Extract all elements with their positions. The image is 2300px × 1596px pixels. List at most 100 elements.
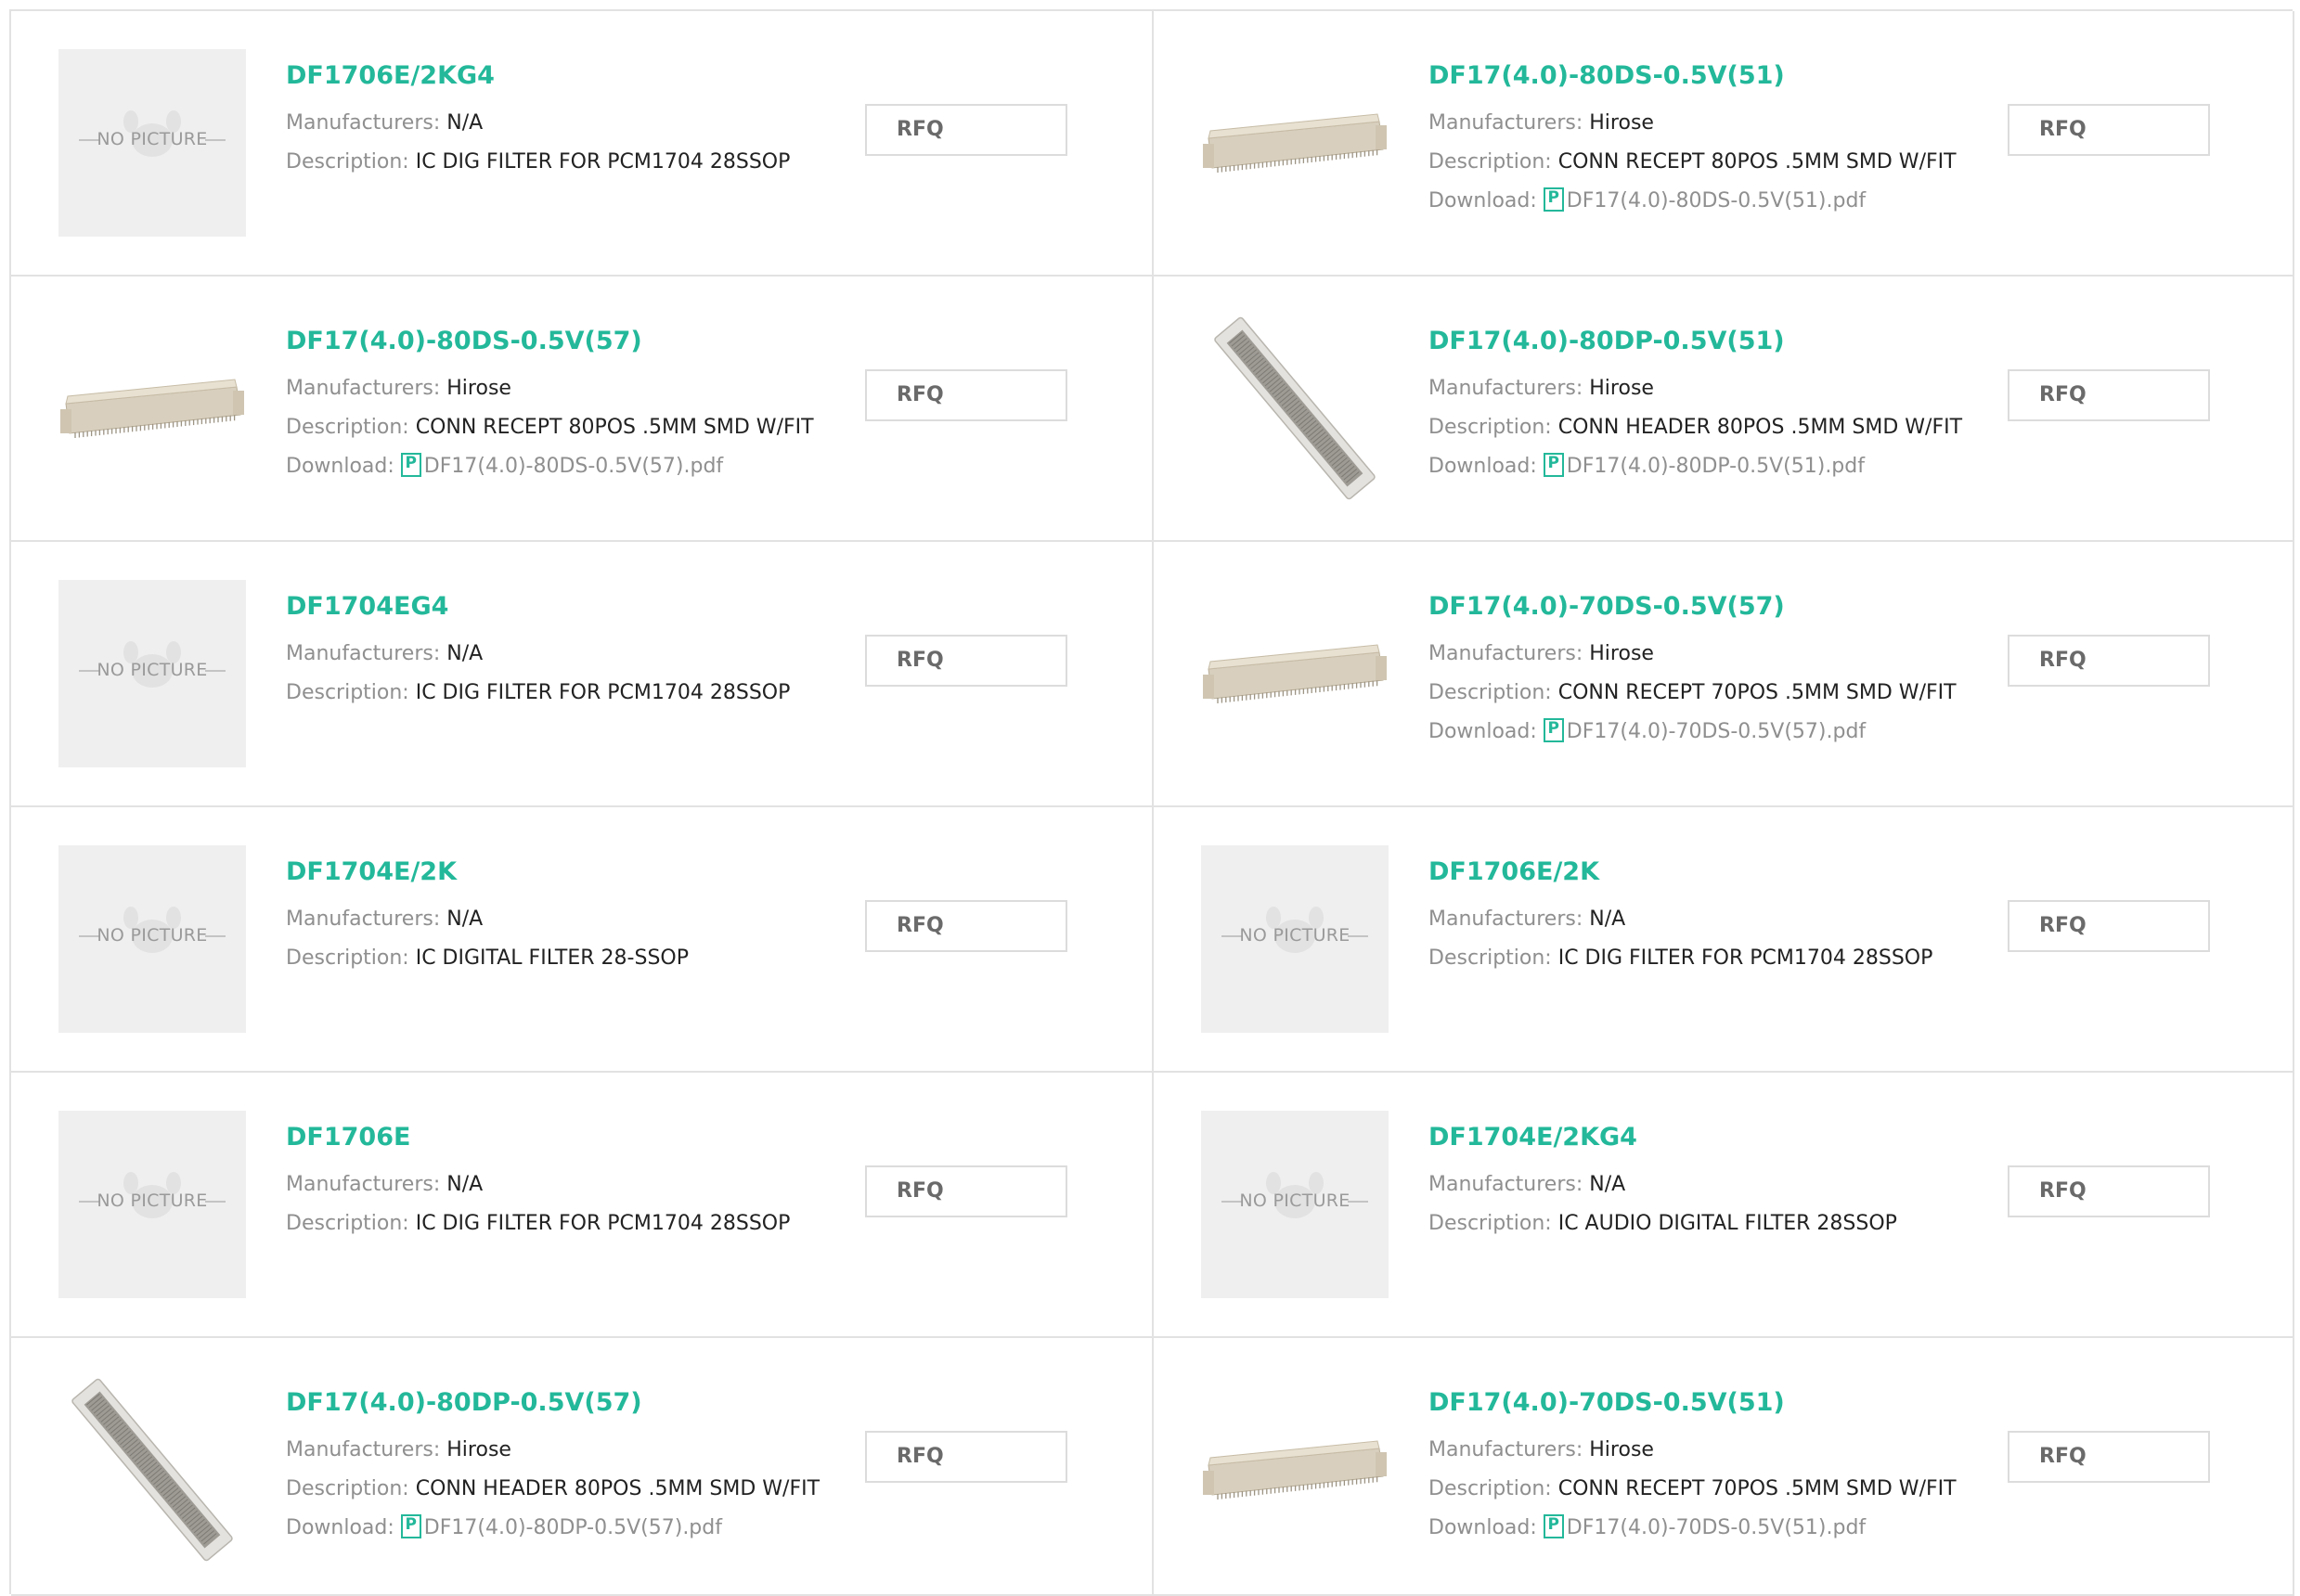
- no-picture-placeholder[interactable]: NO PICTURE: [58, 845, 246, 1033]
- manufacturer-label: Manufacturers:: [286, 1173, 441, 1196]
- no-picture-placeholder[interactable]: NO PICTURE: [58, 49, 246, 237]
- description-label: Description:: [1428, 416, 1552, 439]
- download: Download: P DF17(4.0)-80DS-0.5V(57).pdf: [286, 447, 806, 486]
- rfq-button[interactable]: RFQ: [2008, 1165, 2210, 1217]
- product-image[interactable]: [1201, 49, 1389, 237]
- description-value: CONN RECEPT 80POS .5MM SMD W/FIT: [1557, 150, 1957, 174]
- datasheet-link[interactable]: DF17(4.0)-80DS-0.5V(51).pdf: [1567, 189, 1866, 212]
- no-picture-placeholder[interactable]: NO PICTURE: [58, 580, 246, 767]
- download: Download: P DF17(4.0)-80DP-0.5V(51).pdf: [1428, 447, 1948, 486]
- description-value: IC DIG FILTER FOR PCM1704 28SSOP: [415, 1212, 791, 1235]
- part-number-link[interactable]: DF1706E: [286, 1121, 806, 1154]
- rfq-button[interactable]: RFQ: [2008, 900, 2210, 952]
- rfq-button[interactable]: RFQ: [865, 635, 1067, 687]
- rfq-button[interactable]: RFQ: [865, 369, 1067, 421]
- manufacturer-label: Manufacturers:: [286, 907, 441, 931]
- manufacturer-label: Manufacturers:: [286, 377, 441, 400]
- manufacturer: Manufacturers: Hirose: [1428, 635, 1948, 674]
- description-label: Description:: [1428, 1477, 1552, 1500]
- manufacturer: Manufacturers: N/A: [286, 1165, 806, 1204]
- description: Description: IC DIG FILTER FOR PCM1704 2…: [286, 1204, 806, 1243]
- manufacturer: Manufacturers: N/A: [286, 900, 806, 939]
- part-number-link[interactable]: DF17(4.0)-80DP-0.5V(51): [1428, 325, 1948, 358]
- part-number-link[interactable]: DF1706E/2KG4: [286, 59, 806, 93]
- download-label: Download:: [1428, 455, 1537, 478]
- description-label: Description:: [1428, 1212, 1552, 1235]
- description-value: CONN RECEPT 70POS .5MM SMD W/FIT: [1557, 1477, 1957, 1500]
- no-picture-text: NO PICTURE: [97, 129, 208, 149]
- part-number-link[interactable]: DF1704E/2KG4: [1428, 1121, 1948, 1154]
- product-info: DF1704E/2K Manufacturers: N/A Description:…: [286, 856, 806, 978]
- pdf-icon[interactable]: P: [1543, 187, 1564, 212]
- pdf-icon-glyph: P: [1547, 454, 1560, 472]
- pdf-icon[interactable]: P: [1543, 453, 1564, 477]
- manufacturer: Manufacturers: Hirose: [286, 369, 806, 408]
- manufacturer-label: Manufacturers:: [286, 642, 441, 665]
- part-number-link[interactable]: DF17(4.0)-70DS-0.5V(51): [1428, 1386, 1948, 1420]
- manufacturer-value: Hirose: [1589, 377, 1654, 400]
- product-image[interactable]: [1201, 580, 1389, 767]
- rfq-button[interactable]: RFQ: [2008, 104, 2210, 156]
- pdf-icon[interactable]: P: [400, 1514, 421, 1538]
- part-number-link[interactable]: DF17(4.0)-80DS-0.5V(51): [1428, 59, 1948, 93]
- part-number-link[interactable]: DF17(4.0)-80DP-0.5V(57): [286, 1386, 806, 1420]
- description-value: CONN RECEPT 70POS .5MM SMD W/FIT: [1557, 681, 1957, 704]
- description: Description: IC DIG FILTER FOR PCM1704 2…: [286, 674, 806, 713]
- description: Description: IC DIGITAL FILTER 28-SSOP: [286, 939, 806, 978]
- description-label: Description:: [1428, 681, 1552, 704]
- no-picture-placeholder[interactable]: NO PICTURE: [1201, 1111, 1389, 1298]
- part-number-link[interactable]: DF1704E/2K: [286, 856, 806, 889]
- description: Description: CONN RECEPT 80POS .5MM SMD …: [286, 408, 814, 447]
- pdf-icon[interactable]: P: [1543, 1514, 1564, 1538]
- rfq-button[interactable]: RFQ: [2008, 1431, 2210, 1483]
- manufacturer: Manufacturers: Hirose: [1428, 1431, 1948, 1470]
- product-card: NO PICTURE DF1706E Manufacturers: N/A Descr…: [11, 1073, 1154, 1338]
- description-label: Description:: [1428, 946, 1552, 970]
- product-image[interactable]: [58, 1376, 246, 1564]
- product-image[interactable]: [1201, 315, 1389, 502]
- manufacturer-label: Manufacturers:: [1428, 111, 1583, 135]
- rfq-button[interactable]: RFQ: [2008, 635, 2210, 687]
- product-card: DF17(4.0)-70DS-0.5V(51) Manufacturers: Hi…: [1154, 1338, 2294, 1596]
- datasheet-link[interactable]: DF17(4.0)-80DS-0.5V(57).pdf: [424, 455, 723, 478]
- product-card: DF17(4.0)-80DP-0.5V(57) Manufacturers: Hi…: [11, 1338, 1154, 1596]
- no-picture-placeholder[interactable]: NO PICTURE: [58, 1111, 246, 1298]
- description-value: CONN RECEPT 80POS .5MM SMD W/FIT: [415, 416, 814, 439]
- product-info: DF1706E Manufacturers: N/A Description: IC…: [286, 1121, 806, 1243]
- rfq-button[interactable]: RFQ: [865, 900, 1067, 952]
- pdf-icon-glyph: P: [405, 1515, 418, 1534]
- part-number-link[interactable]: DF17(4.0)-80DS-0.5V(57): [286, 325, 806, 358]
- download: Download: P DF17(4.0)-80DS-0.5V(51).pdf: [1428, 182, 1948, 221]
- datasheet-link[interactable]: DF17(4.0)-70DS-0.5V(51).pdf: [1567, 1516, 1866, 1539]
- product-image[interactable]: [58, 315, 246, 502]
- description-label: Description:: [286, 1212, 409, 1235]
- pdf-icon[interactable]: P: [1543, 718, 1564, 742]
- download-label: Download:: [1428, 1516, 1537, 1539]
- rfq-button[interactable]: RFQ: [865, 1165, 1067, 1217]
- datasheet-link[interactable]: DF17(4.0)-80DP-0.5V(57).pdf: [424, 1516, 722, 1539]
- rfq-button[interactable]: RFQ: [2008, 369, 2210, 421]
- product-card: DF17(4.0)-80DP-0.5V(51) Manufacturers: Hi…: [1154, 277, 2294, 542]
- part-number-link[interactable]: DF1704EG4: [286, 590, 806, 624]
- description: Description: CONN RECEPT 70POS .5MM SMD …: [1428, 674, 1957, 713]
- part-number-link[interactable]: DF17(4.0)-70DS-0.5V(57): [1428, 590, 1948, 624]
- part-number-link[interactable]: DF1706E/2K: [1428, 856, 1948, 889]
- product-image[interactable]: [1201, 1376, 1389, 1564]
- pdf-icon-glyph: P: [1547, 1515, 1560, 1534]
- manufacturer-value: N/A: [446, 642, 484, 665]
- rfq-button[interactable]: RFQ: [865, 104, 1067, 156]
- manufacturer-value: N/A: [446, 1173, 484, 1196]
- no-picture-placeholder[interactable]: NO PICTURE: [1201, 845, 1389, 1033]
- product-card: DF17(4.0)-70DS-0.5V(57) Manufacturers: Hi…: [1154, 542, 2294, 807]
- description-label: Description:: [286, 946, 409, 970]
- description-value: IC DIG FILTER FOR PCM1704 28SSOP: [415, 150, 791, 174]
- pdf-icon[interactable]: P: [400, 453, 421, 477]
- rfq-button[interactable]: RFQ: [865, 1431, 1067, 1483]
- product-card: NO PICTURE DF1704E/2KG4 Manufacturers: N/A…: [1154, 1073, 2294, 1338]
- datasheet-link[interactable]: DF17(4.0)-70DS-0.5V(57).pdf: [1567, 720, 1866, 743]
- manufacturer-value: N/A: [1589, 907, 1626, 931]
- product-info: DF1704E/2KG4 Manufacturers: N/A Descriptio…: [1428, 1121, 1948, 1243]
- datasheet-link[interactable]: DF17(4.0)-80DP-0.5V(51).pdf: [1567, 455, 1865, 478]
- manufacturer-value: N/A: [446, 111, 484, 135]
- download-label: Download:: [1428, 189, 1537, 212]
